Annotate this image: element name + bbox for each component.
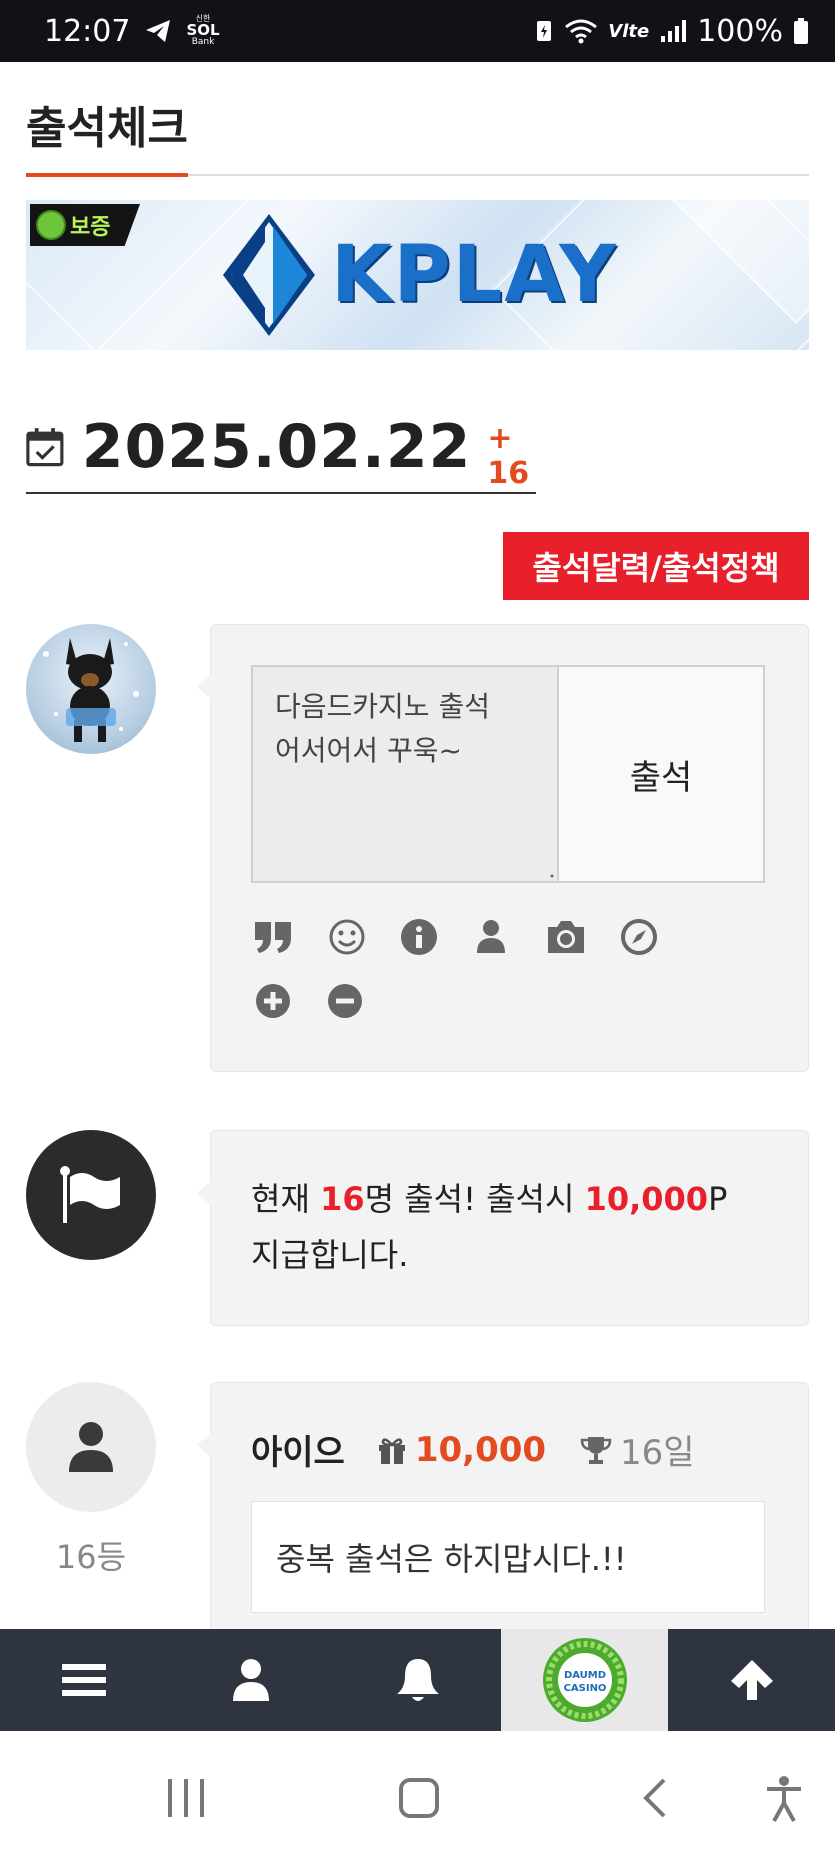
entry-panel: 아이으 10,000 16일 중복 출석은 하지맙시다.!! [197, 1382, 809, 1629]
logo-text-top: DAUMD [563, 1670, 605, 1681]
entry-header: 아이으 10,000 16일 [251, 1425, 695, 1474]
system-navigation-bar [0, 1731, 835, 1856]
battery-icon [794, 18, 808, 44]
user-icon[interactable] [469, 915, 513, 959]
resize-handle-icon[interactable] [549, 873, 555, 879]
accessibility-icon[interactable] [764, 1775, 804, 1823]
consecutive-days: 16일 [620, 1433, 695, 1473]
compass-icon[interactable] [617, 915, 661, 959]
back-icon[interactable] [640, 1777, 668, 1819]
arrow-up-icon [730, 1660, 773, 1700]
notice-text: 명 출석! 출석시 [364, 1180, 585, 1218]
kplay-logo-icon [223, 214, 315, 336]
menu-button[interactable] [0, 1629, 167, 1731]
date-header: 2025.02.22 + 16 [26, 402, 536, 494]
camera-icon[interactable] [541, 915, 591, 959]
attendee-count: 16 [320, 1180, 365, 1218]
member-points: 10,000 [414, 1429, 547, 1470]
member-avatar [26, 1382, 156, 1512]
trophy-icon [580, 1436, 612, 1464]
quote-icon[interactable] [251, 915, 295, 959]
user-avatar [26, 624, 156, 754]
scroll-top-button[interactable] [668, 1629, 835, 1731]
minus-circle-icon[interactable] [323, 979, 367, 1023]
message-line: 어서어서 꾸욱~ [275, 734, 462, 767]
profile-button[interactable] [167, 1629, 334, 1731]
hamburger-icon [61, 1664, 106, 1696]
kplay-brand: KPLAY [221, 212, 618, 338]
notice-text: 지급합니다. [251, 1236, 409, 1274]
casino-seal-icon [36, 210, 66, 240]
reward-points: 10,000 [584, 1180, 709, 1218]
recent-apps-icon[interactable] [166, 1777, 206, 1819]
dog-avatar-image [43, 638, 139, 742]
info-icon[interactable] [397, 915, 441, 959]
status-bar: 12:07 신한 SOL Bank Vlte 100% [0, 0, 835, 62]
notice-text: 현재 [251, 1180, 321, 1218]
daumd-casino-logo-icon: DAUMD CASINO [542, 1638, 627, 1722]
plus-circle-icon[interactable] [251, 979, 295, 1023]
page-header: 출석체크 [26, 80, 809, 177]
attendance-message-input[interactable]: 다음드카지노 출석 어서어서 꾸욱~ [253, 667, 559, 881]
home-icon[interactable] [398, 1777, 440, 1819]
notice-panel: 현재 16명 출석! 출석시 10,000P 지급합니다. [197, 1130, 809, 1326]
flag-icon [60, 1166, 120, 1223]
attendance-submit-button[interactable]: 출석 [559, 667, 763, 881]
entry-message: 중복 출석은 하지맙시다.!! [251, 1501, 765, 1613]
page-title: 출석체크 [26, 103, 188, 154]
casino-home-button[interactable]: DAUMD CASINO [501, 1629, 668, 1731]
attendance-rank: 16등 [55, 1538, 127, 1576]
telegram-icon [146, 20, 171, 42]
attendance-date: 2025.02.22 [81, 412, 472, 482]
gift-icon [378, 1437, 405, 1464]
points-unit: P [708, 1180, 728, 1218]
kplay-wordmark: KPLAY [331, 230, 618, 320]
member-name[interactable]: 아이으 [251, 1425, 345, 1474]
attendance-notice: 현재 16명 출석! 출석시 10,000P 지급합니다. [251, 1171, 771, 1283]
kplay-banner[interactable]: 보증 KPLAY [26, 200, 809, 350]
page-content: 출석체크 보증 KPLAY 2025.02.22 + 16 출석달력/출석정책 … [0, 62, 835, 1629]
user-icon [69, 1422, 113, 1472]
bell-icon [396, 1659, 439, 1701]
notifications-button[interactable] [334, 1629, 501, 1731]
compose-form: 다음드카지노 출석 어서어서 꾸욱~ 출석 [251, 665, 765, 883]
title-underline [26, 173, 188, 177]
user-icon [232, 1659, 269, 1701]
volte-label: Vlte [608, 20, 650, 42]
notice-avatar [26, 1130, 156, 1260]
calendar-policy-button[interactable]: 출석달력/출석정책 [503, 532, 809, 600]
logo-text-bottom: CASINO [563, 1683, 606, 1694]
message-line: 다음드카지노 출석 [275, 690, 490, 723]
calendar-check-icon [26, 428, 64, 467]
battery-percent: 100% [697, 13, 783, 49]
sol-bank-icon: 신한 SOL Bank [186, 14, 220, 47]
attendance-count-badge: + 16 [487, 421, 530, 491]
compose-panel: 다음드카지노 출석 어서어서 꾸욱~ 출석 [197, 624, 809, 1072]
wifi-icon [565, 19, 598, 44]
battery-saver-icon [537, 21, 552, 41]
signal-icon [661, 20, 687, 42]
smile-icon[interactable] [325, 915, 369, 959]
badge-label: 보증 [70, 215, 111, 240]
bottom-nav: DAUMD CASINO [0, 1629, 835, 1731]
guarantee-badge: 보증 [30, 204, 140, 246]
status-time: 12:07 [44, 13, 131, 49]
